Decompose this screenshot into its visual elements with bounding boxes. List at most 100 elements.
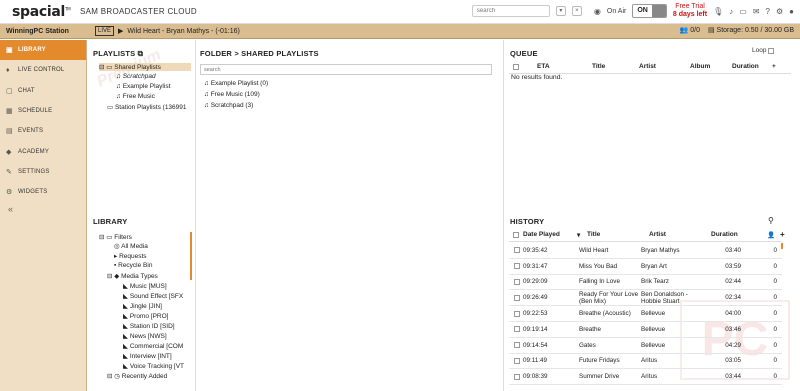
nav-widgets[interactable]: ⚙ WIDGETS: [0, 182, 86, 202]
tree-commercial[interactable]: ◣ Commercial [COM: [123, 342, 189, 350]
row-checkbox[interactable]: [514, 357, 520, 364]
row-checkbox[interactable]: [514, 294, 520, 301]
tree-sound-effect[interactable]: ◣ Sound Effect [SFX: [123, 292, 189, 300]
tree-scratchpad[interactable]: ♫ Scratchpad: [116, 73, 156, 80]
row-checkbox[interactable]: [514, 278, 520, 285]
microphone-icon[interactable]: 🎙: [713, 7, 723, 16]
row-checkbox[interactable]: [514, 247, 520, 254]
history-search-icon[interactable]: ⚲: [768, 216, 774, 225]
tree-station-id[interactable]: ◣ Station ID [SID]: [123, 322, 175, 330]
loop-toggle[interactable]: Loop: [752, 47, 775, 54]
nav-chat[interactable]: ▢ CHAT: [0, 81, 86, 101]
row-checkbox[interactable]: [514, 326, 520, 333]
folder-item[interactable]: ♫ Example Playlist (0): [204, 80, 268, 87]
tree-voice-tracking[interactable]: ◣ Voice Tracking [VT: [123, 362, 189, 370]
table-row[interactable]: 09:26:49 Ready For Your Love (Ben Mix) Ben…: [509, 290, 782, 307]
playlists-title-text: PLAYLISTS: [93, 49, 136, 58]
nav-academy[interactable]: ◆ ACADEMY: [0, 141, 86, 161]
nav-events[interactable]: ▤ EVENTS: [0, 121, 86, 141]
history-duration: 03:05: [725, 357, 741, 365]
queue-header: ETA Title Artist Album Duration +: [509, 60, 791, 74]
mail-icon[interactable]: ✉: [753, 7, 760, 16]
queue-col-album[interactable]: Album: [662, 63, 710, 70]
folder-icon: ▭: [106, 234, 113, 241]
table-row[interactable]: 09:35:42 Wild Heart Bryan Mathys 03:40 0: [509, 243, 782, 259]
divider: [195, 40, 196, 391]
table-row[interactable]: 09:31:47 Miss You Bad Bryan Art 03:59 0: [509, 259, 782, 275]
history-artist: Bellevue: [641, 341, 666, 349]
tree-jingle[interactable]: ◣ Jingle [JIN]: [123, 302, 162, 310]
nav-settings[interactable]: ✎ SETTINGS: [0, 162, 86, 182]
global-search-input[interactable]: [471, 5, 550, 17]
nav-live-control[interactable]: ♦ LIVE CONTROL: [0, 60, 86, 80]
history-col-date[interactable]: Date Played: [519, 231, 577, 238]
tree-recycle-bin[interactable]: ▪ Recycle Bin: [114, 262, 152, 269]
trial-badge[interactable]: Free Trial 8 days left: [673, 3, 707, 19]
folder-search-input[interactable]: [200, 64, 492, 75]
tag-icon: ◣: [123, 293, 128, 300]
history-artist: Ben Donaldson - Hobbie Stuart: [641, 290, 688, 305]
listeners-icon: 👥: [679, 27, 689, 34]
microphone-icon: ♦: [6, 66, 10, 74]
spacial-logo[interactable]: spacialTM: [0, 4, 80, 20]
nav-schedule[interactable]: ▦ SCHEDULE: [0, 101, 86, 121]
history-col-artist[interactable]: Artist: [649, 231, 711, 238]
card-icon[interactable]: ▭: [739, 7, 747, 16]
folder-item[interactable]: ♫ Scratchpad (3): [204, 102, 253, 109]
history-col-duration[interactable]: Duration: [711, 231, 757, 238]
onair-toggle[interactable]: ON: [632, 4, 667, 18]
row-checkbox[interactable]: [514, 263, 520, 270]
library-scrollbar[interactable]: [190, 232, 192, 280]
table-row[interactable]: 09:08:39 Summer Drive Aritus 03:44 0: [509, 369, 782, 386]
add-column-icon[interactable]: +: [772, 63, 776, 70]
queue-col-artist[interactable]: Artist: [614, 63, 662, 70]
table-row[interactable]: 09:11:49 Future Fridays Aritus 03:05 0: [509, 354, 782, 370]
user-icon[interactable]: ●: [789, 7, 794, 16]
tree-shared-playlists[interactable]: ⊟ ▭ Shared Playlists: [99, 63, 191, 71]
tag-icon: ◣: [123, 313, 128, 320]
tree-label: Recycle Bin: [118, 262, 153, 269]
table-row[interactable]: 09:22:53 Breathe (Acoustic) Bellevue 04:00 0: [509, 306, 782, 322]
queue-col-title[interactable]: Title: [564, 63, 614, 70]
tree-music[interactable]: ◣ Music [MUS]: [123, 282, 167, 290]
tree-interview[interactable]: ◣ Interview [INT]: [123, 352, 172, 360]
tree-news[interactable]: ◣ News [NWS]: [123, 332, 167, 340]
table-row[interactable]: 09:19:14 Breathe Bellevue 03:46 0: [509, 322, 782, 338]
play-icon[interactable]: ▶: [118, 27, 123, 35]
row-checkbox[interactable]: [514, 373, 520, 380]
add-column-icon[interactable]: +: [780, 230, 785, 239]
loop-checkbox[interactable]: [768, 47, 775, 54]
tree-free-music[interactable]: ♫ Free Music: [116, 93, 155, 100]
requests-icon: ▸: [114, 253, 118, 260]
history-col-title[interactable]: Title: [587, 231, 649, 238]
history-duration: 04:29: [725, 341, 741, 349]
queue-col-duration[interactable]: Duration: [710, 63, 759, 70]
queue-col-eta[interactable]: ETA: [519, 63, 564, 70]
nav-label: SETTINGS: [18, 168, 50, 175]
table-row[interactable]: 09:14:54 Gates Bellevue 04:29 0: [509, 338, 782, 354]
tree-promo[interactable]: ◣ Promo [PRO]: [123, 312, 168, 320]
tree-media-types[interactable]: ⊟ ◆ Media Types: [107, 272, 158, 280]
row-checkbox[interactable]: [514, 310, 520, 317]
sort-desc-icon[interactable]: ▾: [577, 231, 587, 239]
nav-library[interactable]: ▣ LIBRARY: [0, 40, 86, 61]
row-checkbox[interactable]: [514, 342, 520, 349]
search-dropdown-button[interactable]: ▾: [555, 6, 566, 16]
tree-all-media[interactable]: ◎ All Media: [114, 242, 148, 250]
history-title: Ready For Your Love (Ben Mix): [579, 290, 639, 305]
tree-requests[interactable]: ▸ Requests: [114, 252, 147, 260]
settings-icon[interactable]: ⚙: [776, 7, 783, 16]
bell-icon[interactable]: ♪: [729, 7, 733, 16]
station-name[interactable]: WinningPC Station: [0, 28, 87, 35]
tree-station-playlists[interactable]: ▭ Station Playlists (136991: [107, 103, 193, 111]
folder-item[interactable]: ♫ Free Music (109): [204, 91, 260, 98]
clear-search-button[interactable]: ×: [571, 6, 582, 16]
history-title: Summer Drive: [579, 373, 620, 381]
history-title: HISTORY: [510, 217, 545, 226]
tree-example-playlist[interactable]: ♫ Example Playlist: [116, 83, 170, 90]
table-row[interactable]: 09:29:09 Falling In Love Brik Tearz 02:44 0: [509, 275, 782, 291]
collapse-sidebar-button[interactable]: «: [0, 204, 86, 214]
tree-filters[interactable]: ⊟ ▭ Filters: [99, 233, 132, 241]
tree-recently-added[interactable]: ⊟ ◷ Recently Added: [107, 372, 167, 380]
help-icon[interactable]: ?: [766, 7, 770, 16]
